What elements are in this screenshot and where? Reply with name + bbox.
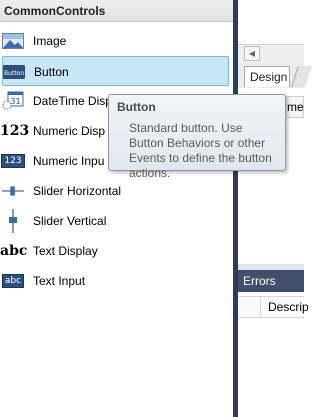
toolbox-item-image[interactable]: Image [0,26,233,56]
toolbox-item-text-display[interactable]: abc Text Display [0,236,233,266]
column-separator[interactable] [260,297,261,317]
datetime-icon: 31 [2,91,24,110]
numeric-input-icon: 123 [1,152,25,170]
toolbox-title[interactable]: CommonControls [0,0,233,22]
image-icon [2,32,24,50]
toolbox-item-label: DateTime Disp [33,94,111,108]
tab-design[interactable]: Design [244,66,290,87]
toolbox-item-label: Text Input [33,274,86,288]
toolbox-item-label: Image [33,34,67,48]
button-tooltip: Button Standard button. Use Button Behav… [108,94,286,180]
toolbox-item-label: Slider Vertical [33,214,107,228]
scroll-left-arrow-icon[interactable]: ◀ [244,46,260,61]
numeric-display-icon: 123 [0,123,30,139]
slider-vertical-icon [2,209,24,233]
toolbox-item-text-input[interactable]: abc Text Input [0,266,233,296]
errors-column-header-row: Descrip [238,296,309,318]
button-icon-text: Button [4,70,24,77]
text-input-icon: abc [1,272,25,290]
tooltip-title: Button [117,100,156,114]
button-icon: Button [3,63,25,81]
toolbox-panel: CommonControls Image Button Button 31 Da… [0,0,233,417]
toolbox-item-label: Text Display [33,244,98,258]
toolbox-item-label: Numeric Inpu [33,154,105,168]
slider-horizontal-icon [2,182,24,200]
text-display-icon: abc [0,243,28,259]
datetime-icon-text: 31 [10,97,20,106]
toolbox-item-button[interactable]: Button Button [2,56,229,86]
errors-panel-title[interactable]: Errors [238,270,304,292]
toolbox-item-label: Slider Horizontal [33,184,122,198]
toolbox-item-slider-vertical[interactable]: Slider Vertical [0,206,233,236]
toolbox-item-label: Button [34,65,69,79]
tooltip-body: Standard button. Use Button Behaviors or… [129,121,272,180]
errors-column-description[interactable]: Descrip [268,297,309,317]
toolbox-item-label: Numeric Disp [33,124,106,138]
